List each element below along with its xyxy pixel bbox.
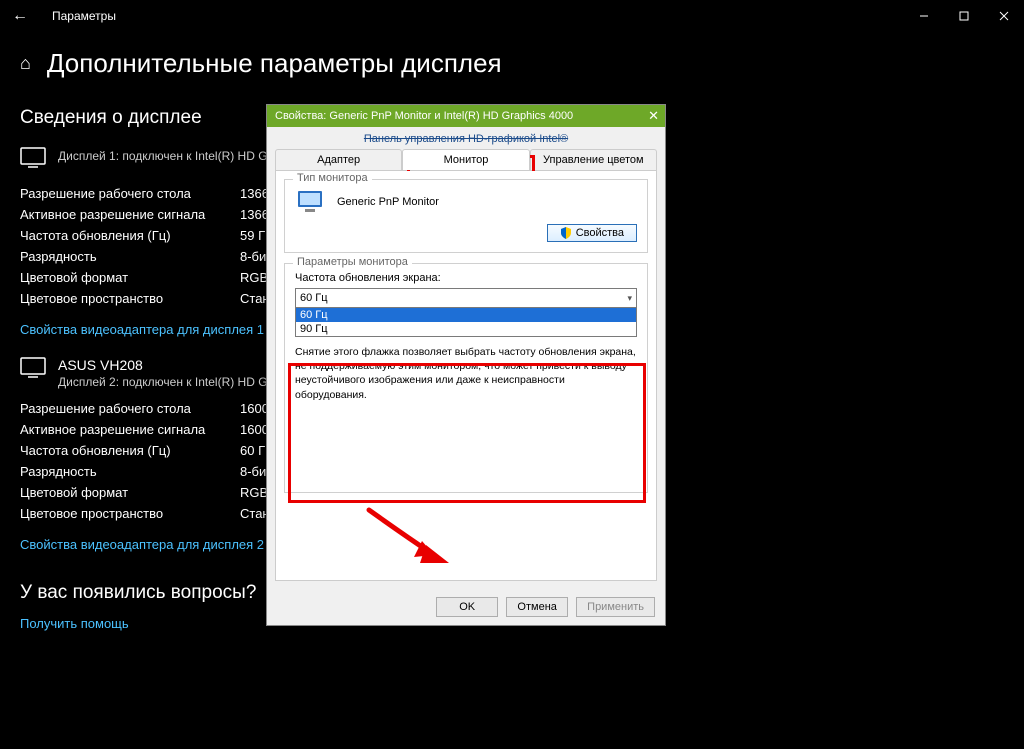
cancel-button[interactable]: Отмена: [506, 597, 568, 617]
tab-adapter[interactable]: Адаптер: [275, 149, 402, 170]
annotation-arrow: [364, 505, 464, 578]
window-caption: Параметры: [52, 9, 116, 23]
refresh-rate-label: Частота обновления экрана:: [295, 272, 637, 284]
monitor-type-label: Тип монитора: [293, 172, 372, 184]
tab-monitor[interactable]: Монитор: [402, 149, 529, 170]
dialog-titlebar[interactable]: Свойства: Generic PnP Monitor и Intel(R)…: [267, 105, 665, 127]
shield-icon: [560, 227, 572, 239]
back-button[interactable]: ←: [0, 7, 40, 25]
apply-button[interactable]: Применить: [576, 597, 655, 617]
window-titlebar: ← Параметры: [0, 0, 1024, 32]
refresh-rate-selected: 60 Гц: [300, 292, 328, 304]
dialog-close-button[interactable]: ✕: [648, 108, 659, 124]
monitor-params-group: Параметры монитора Частота обновления эк…: [284, 263, 648, 493]
minimize-button[interactable]: [904, 0, 944, 32]
intel-panel-text: Панель управления HD-графикой Intel®: [267, 133, 665, 145]
chevron-down-icon: ▾: [627, 293, 632, 304]
refresh-rate-option[interactable]: 90 Гц: [296, 322, 636, 336]
close-button[interactable]: [984, 0, 1024, 32]
dialog-body: Тип монитора Generic PnP Monitor Свойств…: [275, 171, 657, 581]
refresh-rate-dropdown[interactable]: 60 Гц ▾: [295, 288, 637, 308]
home-icon[interactable]: ⌂: [20, 53, 31, 74]
page-title: Дополнительные параметры дисплея: [47, 48, 502, 79]
maximize-button[interactable]: [944, 0, 984, 32]
ok-button[interactable]: OK: [436, 597, 498, 617]
monitor-properties-button[interactable]: Свойства: [547, 224, 637, 242]
refresh-rate-option[interactable]: 60 Гц: [296, 308, 636, 322]
get-help-link[interactable]: Получить помощь: [20, 616, 129, 631]
dialog-buttons-row: OK Отмена Применить: [267, 589, 665, 625]
monitor-icon: [20, 357, 46, 384]
refresh-rate-warning-text: Снятие этого флажка позволяет выбрать ча…: [295, 345, 637, 402]
monitor-small-icon: [295, 188, 327, 216]
tab-color[interactable]: Управление цветом: [530, 149, 657, 170]
adapter-props-link-2[interactable]: Свойства видеоадаптера для дисплея 2: [20, 537, 264, 552]
refresh-rate-options-list: 60 Гц 90 Гц: [295, 308, 637, 337]
monitor-properties-dialog: Свойства: Generic PnP Monitor и Intel(R)…: [266, 104, 666, 626]
dialog-tabs-row: Панель управления HD-графикой Intel® Ада…: [267, 127, 665, 171]
adapter-props-link-1[interactable]: Свойства видеоадаптера для дисплея 1: [20, 322, 264, 337]
monitor-name: Generic PnP Monitor: [337, 196, 439, 208]
monitor-icon: [20, 147, 46, 174]
monitor-type-group: Тип монитора Generic PnP Monitor Свойств…: [284, 179, 648, 253]
monitor-params-label: Параметры монитора: [293, 256, 412, 268]
dialog-title-text: Свойства: Generic PnP Monitor и Intel(R)…: [275, 110, 573, 122]
